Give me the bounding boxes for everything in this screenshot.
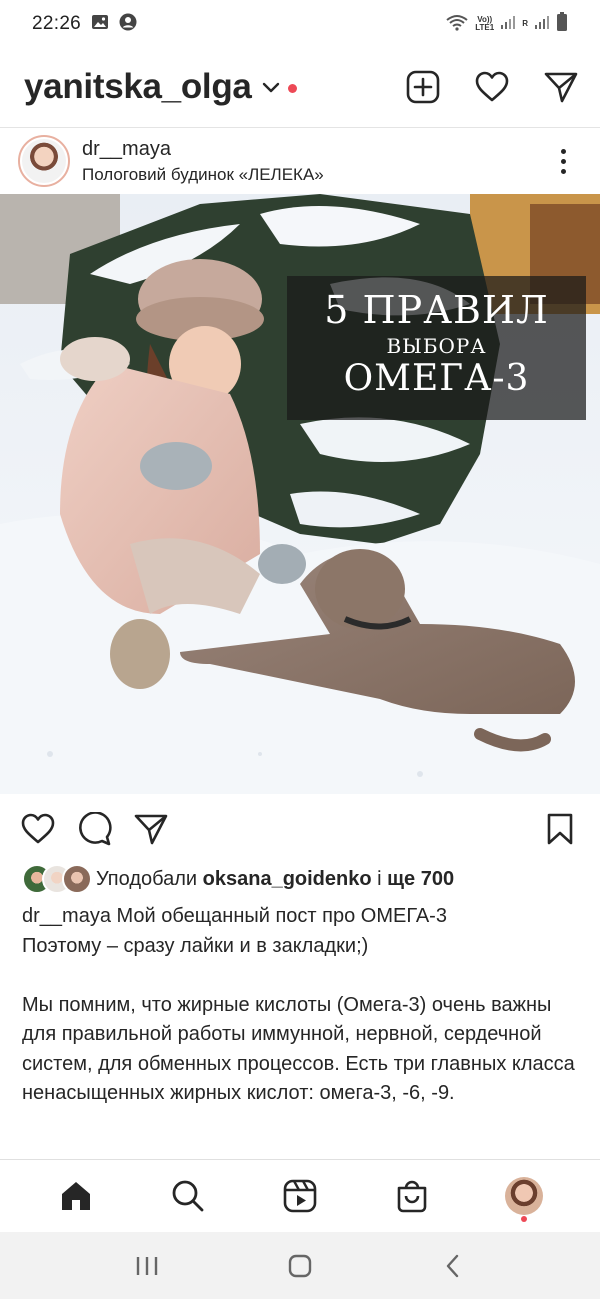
caption-author[interactable]: dr__maya [22,905,111,927]
volte-bottom: LTE1 [475,23,495,32]
liker-username[interactable]: oksana_goidenko [203,868,372,890]
volte-label: Vo)) LTE1 [475,16,494,32]
likes-count[interactable]: ще 700 [387,868,454,890]
author-avatar[interactable] [18,135,70,187]
notification-dot [287,83,297,93]
post-action-bar [0,808,600,850]
home-button-icon[interactable] [270,1241,330,1291]
shop-icon[interactable] [382,1166,442,1226]
wifi-icon [445,13,469,36]
post-image[interactable]: 5 ПРАВИЛ ВЫБОРА ОМЕГА-3 [0,194,600,794]
status-bar: 22:26 Vo)) LTE1 R [0,0,600,48]
liker-avatars [22,864,92,894]
caption-text-1: Мой обещанный пост про ОМЕГА-3 [110,905,447,927]
status-time: 22:26 [32,13,82,34]
gallery-notification-icon [91,14,109,35]
heart-icon[interactable] [474,71,510,103]
profile-notification-dot [521,1216,527,1222]
more-options-icon[interactable] [561,148,566,174]
profile-icon[interactable] [494,1166,554,1226]
profile-avatar [505,1177,543,1215]
account-notification-icon [119,13,137,36]
home-icon[interactable] [46,1166,106,1226]
comment-icon[interactable] [78,812,112,846]
post-caption: dr__maya Мой обещанный пост про ОМЕГА-3 … [22,902,582,1109]
liker-avatar [62,864,92,894]
share-icon[interactable] [134,813,168,845]
recent-apps-icon[interactable] [117,1241,177,1291]
direct-message-icon[interactable] [544,71,578,103]
account-switcher-username[interactable]: yanitska_olga [24,67,252,107]
overlay-line-3: ОМЕГА-3 [343,358,530,399]
image-text-overlay: 5 ПРАВИЛ ВЫБОРА ОМЕГА-3 [287,276,586,420]
likes-text: Уподобали oksana_goidenko і ще 700 [96,868,454,891]
signal-icon-2 [534,14,550,35]
chevron-down-icon[interactable] [262,81,280,99]
caption-gap [22,961,582,991]
likes-middle: і [371,867,388,890]
back-icon[interactable] [423,1241,483,1291]
roaming-label: R [522,19,528,28]
save-icon[interactable] [546,812,574,846]
overlay-line-1: 5 ПРАВИЛ [324,288,549,332]
post-author-block: dr__maya Пологовий будинок «ЛЕЛЕКА» [82,138,324,185]
signal-icon-1 [500,14,516,35]
app-header: yanitska_olga [0,56,600,118]
post-header: dr__maya Пологовий будинок «ЛЕЛЕКА» [0,128,600,194]
bottom-nav [0,1160,600,1232]
system-navigation-bar [0,1232,600,1299]
likes-prefix: Уподобали [96,867,203,890]
likes-row[interactable]: Уподобали oksana_goidenko і ще 700 [22,862,454,896]
post-author-username[interactable]: dr__maya [82,138,324,161]
battery-icon [556,11,568,37]
post-location[interactable]: Пологовий будинок «ЛЕЛЕКА» [82,165,324,185]
caption-paragraph: Мы помним, что жирные кислоты (Омега-3) … [22,993,575,1105]
caption-line-2: Поэтому – сразу лайки и в закладки;) [22,934,369,957]
overlay-line-2: ВЫБОРА [386,334,487,358]
caption-line-1: dr__maya Мой обещанный пост про ОМЕГА-3 [22,902,582,932]
reels-icon[interactable] [270,1166,330,1226]
new-post-icon[interactable] [406,70,440,104]
like-icon[interactable] [20,813,56,845]
search-icon[interactable] [158,1166,218,1226]
